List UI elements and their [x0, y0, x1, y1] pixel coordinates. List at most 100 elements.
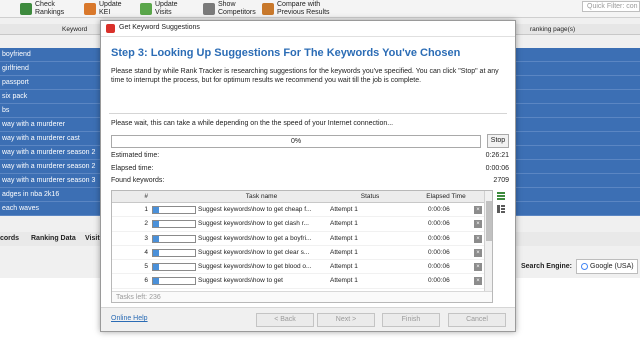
task-row[interactable]: 5 Suggest keywords\how to get blood o... A… — [112, 260, 484, 275]
task-progress-bar — [152, 220, 196, 229]
task-progress-bar — [152, 248, 196, 257]
back-button[interactable]: < Back — [256, 313, 314, 327]
found-keywords-value: 2709 — [493, 177, 509, 184]
task-name-column-header[interactable]: Task name — [198, 191, 325, 203]
task-name: Suggest keywords\how to get — [198, 277, 283, 285]
cancel-button[interactable]: Cancel — [448, 313, 506, 327]
next-button[interactable]: Next > — [317, 313, 375, 327]
found-keywords-label: Found keywords: — [111, 177, 165, 184]
tasks-status-strip: Tasks left: 236 — [112, 291, 492, 302]
dialog-title: Get Keyword Suggestions — [119, 24, 200, 31]
task-elapsed: 0:00:06 — [428, 206, 450, 213]
tab-records[interactable]: cords — [0, 232, 19, 246]
task-elapsed: 0:00:06 — [428, 234, 450, 242]
elapsed-column-header[interactable]: Elapsed Time — [410, 191, 482, 203]
tasks-table-header: # Task name Status Elapsed Time — [112, 191, 484, 203]
num-column-header[interactable]: # — [112, 191, 148, 203]
keyword-suggestions-dialog: Get Keyword Suggestions Step 3: Looking … — [100, 20, 516, 332]
task-number: 5 — [144, 263, 148, 271]
keyword-column-header[interactable]: Keyword — [62, 24, 87, 35]
update-visits-button[interactable]: Update Visits — [140, 0, 178, 18]
remove-task-icon[interactable]: × — [474, 234, 482, 243]
task-progress-fill — [153, 278, 159, 285]
task-elapsed: 0:00:06 — [428, 248, 450, 256]
check-rankings-button[interactable]: Check Rankings — [20, 0, 64, 18]
task-name: Suggest keywords\how to get blood o... — [198, 263, 312, 271]
search-engine-label: Search Engine: — [521, 263, 572, 270]
elapsed-time-row: Elapsed time: 0:00:06 — [111, 165, 509, 175]
divider — [109, 113, 507, 114]
task-status: Attempt 1 — [330, 248, 358, 256]
task-name: Suggest keywords\how to get clash r... — [198, 220, 309, 228]
dialog-footer: Online Help < Back Next > Finish Cancel — [101, 307, 515, 331]
found-keywords-row: Found keywords: 2709 — [111, 177, 509, 187]
task-row[interactable]: 1 Suggest keywords\how to get cheap f... A… — [112, 203, 484, 218]
remove-task-icon[interactable]: × — [474, 263, 482, 272]
task-row[interactable]: 4 Suggest keywords\how to get clear s... A… — [112, 246, 484, 261]
finish-button[interactable]: Finish — [382, 313, 440, 327]
tasks-left-count: Tasks left: 236 — [116, 294, 161, 301]
task-progress-fill — [153, 221, 159, 228]
task-name: Suggest keywords\how to get clear s... — [198, 248, 310, 256]
ranking-pages-column-header[interactable]: ranking page(s) — [530, 24, 575, 35]
remove-task-icon[interactable]: × — [474, 220, 482, 229]
task-elapsed: 0:00:06 — [428, 277, 450, 285]
task-row[interactable]: 2 Suggest keywords\how to get clash r... A… — [112, 217, 484, 232]
task-progress-bar — [152, 277, 196, 286]
task-progress-fill — [153, 207, 159, 213]
elapsed-time-value: 0:00:06 — [485, 165, 509, 172]
step-title: Step 3: Looking Up Suggestions For The K… — [111, 47, 461, 59]
task-status: Attempt 1 — [330, 263, 358, 271]
task-status: Attempt 1 — [330, 234, 358, 242]
google-icon — [581, 262, 588, 270]
search-engine-select[interactable]: Google (USA) — [576, 259, 638, 274]
quick-filter-input[interactable]: Quick Filter: con — [582, 1, 640, 12]
task-status: Attempt 1 — [330, 220, 358, 228]
task-name: Suggest keywords\how to get a boyfri... — [198, 234, 312, 242]
tab-visits[interactable]: Visit — [85, 232, 100, 246]
tab-ranking-data[interactable]: Ranking Data — [31, 232, 76, 246]
tasks-vertical-scrollbar[interactable] — [484, 191, 492, 291]
task-progress-fill — [153, 235, 159, 242]
main-toolbar: Check Rankings Update KEI Update Visits … — [0, 0, 640, 18]
remove-task-icon[interactable]: × — [474, 277, 482, 286]
status-column-header[interactable]: Status — [330, 191, 410, 203]
tasks-table-body: 1 Suggest keywords\how to get cheap f... A… — [112, 203, 484, 302]
update-kei-button[interactable]: Update KEI — [84, 0, 122, 18]
task-name: Suggest keywords\how to get cheap f... — [198, 206, 312, 213]
task-number: 1 — [144, 206, 148, 213]
stop-button[interactable]: Stop — [487, 134, 509, 148]
show-competitors-button[interactable]: Show Competitors — [203, 0, 256, 18]
compare-icon — [262, 3, 274, 15]
online-help-link[interactable]: Online Help — [111, 315, 148, 322]
compare-results-button[interactable]: Compare with Previous Results — [262, 0, 330, 18]
task-progress-bar — [152, 263, 196, 272]
task-status: Attempt 1 — [330, 206, 358, 213]
task-number: 6 — [144, 277, 148, 285]
task-elapsed: 0:00:06 — [428, 220, 450, 228]
task-status: Attempt 1 — [330, 277, 358, 285]
task-progress-bar — [152, 234, 196, 243]
task-progress-fill — [153, 249, 159, 256]
dialog-title-bar: Get Keyword Suggestions — [101, 21, 515, 37]
estimated-time-value: 0:26:21 — [485, 152, 509, 159]
tasks-table: # Task name Status Elapsed Time 1 Suggest… — [111, 190, 493, 303]
list-view-icon[interactable] — [497, 192, 505, 200]
estimated-time-row: Estimated time: 0:26:21 — [111, 152, 509, 162]
rank-tracker-icon — [106, 24, 115, 33]
search-engine-value: Google (USA) — [590, 263, 634, 270]
columns-icon[interactable] — [497, 205, 505, 213]
elapsed-time-label: Elapsed time: — [111, 165, 154, 172]
update-kei-icon — [84, 3, 96, 15]
wait-message: Please wait, this can take a while depen… — [111, 120, 394, 127]
check-rankings-icon — [20, 3, 32, 15]
task-progress-bar — [152, 206, 196, 214]
task-row[interactable]: 6 Suggest keywords\how to get Attempt 1 0:0… — [112, 274, 484, 289]
scrollbar-thumb[interactable] — [486, 201, 492, 241]
overall-progress-bar: 0% — [111, 135, 481, 148]
task-progress-fill — [153, 264, 159, 271]
remove-task-icon[interactable]: × — [474, 206, 482, 214]
task-elapsed: 0:00:06 — [428, 263, 450, 271]
task-row[interactable]: 3 Suggest keywords\how to get a boyfri...… — [112, 232, 484, 246]
remove-task-icon[interactable]: × — [474, 248, 482, 257]
